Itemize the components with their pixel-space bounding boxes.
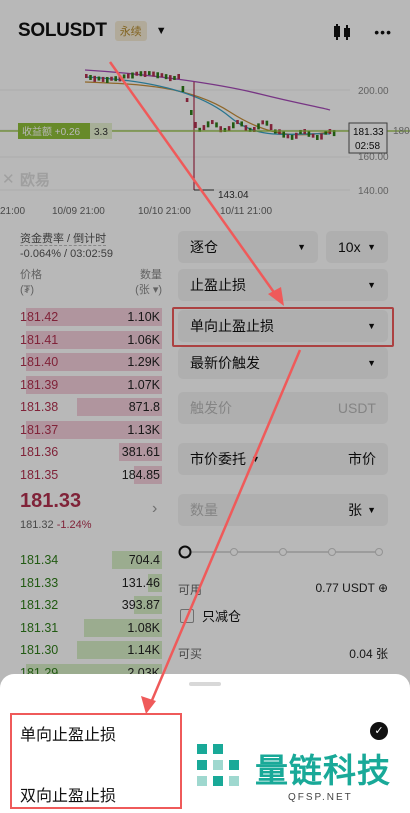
sheet-handle[interactable] <box>189 682 221 686</box>
check-icon: ✓ <box>370 722 388 740</box>
highlight-box <box>10 713 182 809</box>
watermark-url: QFSP.NET <box>288 792 353 803</box>
watermark: 量链科技 QFSP.NET <box>193 740 408 810</box>
watermark-logo-icon <box>197 744 239 786</box>
watermark-text: 量链科技 <box>255 752 391 789</box>
